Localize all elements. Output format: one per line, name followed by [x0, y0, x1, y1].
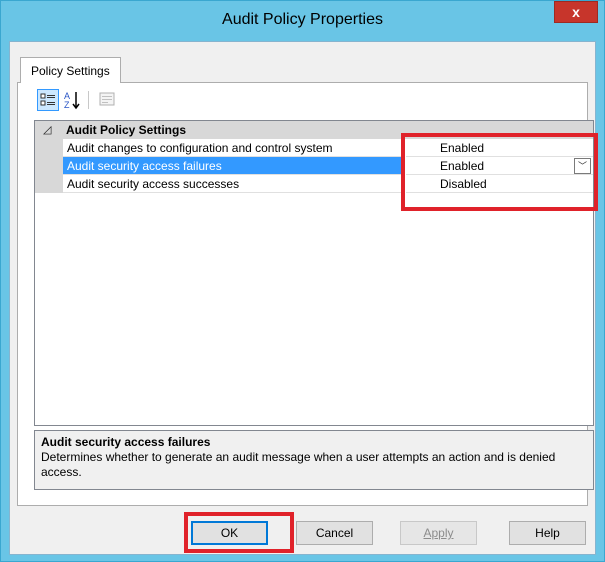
property-name[interactable]: Audit security access successes — [63, 175, 405, 193]
tab-policy-settings[interactable]: Policy Settings — [20, 57, 121, 83]
row-gutter — [35, 139, 63, 157]
toolbar-separator — [88, 91, 89, 109]
collapse-arrow-icon[interactable]: ◿ — [43, 123, 51, 136]
property-value: Enabled — [440, 159, 485, 173]
alphabetical-sort-icon: A Z — [64, 91, 80, 110]
description-title: Audit security access failures — [41, 435, 211, 449]
property-pages-icon — [99, 92, 115, 106]
chevron-down-icon[interactable]: ﹀ — [574, 158, 591, 174]
alphabetical-sort-button[interactable]: A Z — [61, 89, 83, 111]
property-row-config-control[interactable]: Audit changes to configuration and contr… — [63, 139, 593, 157]
property-value[interactable]: Disabled — [406, 175, 593, 193]
property-row-access-failures[interactable]: Audit security access failures Enabled ﹀ — [63, 157, 593, 175]
property-pages-button[interactable] — [97, 89, 119, 111]
property-name[interactable]: Audit security access failures — [63, 157, 405, 175]
svg-text:Z: Z — [64, 100, 70, 110]
property-value-select[interactable]: Enabled ﹀ — [406, 157, 593, 175]
cancel-button[interactable]: Cancel — [296, 521, 373, 545]
apply-button[interactable]: Apply — [400, 521, 477, 545]
categorized-view-icon — [40, 93, 55, 106]
category-row[interactable]: ◿ Audit Policy Settings — [35, 121, 593, 139]
property-row-access-successes[interactable]: Audit security access successes Disabled — [63, 175, 593, 193]
row-gutter — [35, 157, 63, 175]
ok-button[interactable]: OK — [191, 521, 268, 545]
row-gutter — [35, 175, 63, 193]
help-button[interactable]: Help — [509, 521, 586, 545]
close-button[interactable]: x — [554, 1, 598, 23]
property-grid: ◿ Audit Policy Settings Audit changes to… — [34, 120, 594, 426]
description-panel: Audit security access failures Determine… — [34, 430, 594, 490]
categorized-view-button[interactable] — [37, 89, 59, 111]
title-bar[interactable]: Audit Policy Properties x — [1, 1, 604, 39]
window-title: Audit Policy Properties — [222, 11, 383, 28]
apply-label: Apply — [423, 526, 454, 540]
description-text: Determines whether to generate an audit … — [41, 450, 556, 479]
property-value[interactable]: Enabled — [406, 139, 593, 157]
category-label: Audit Policy Settings — [66, 123, 187, 137]
property-name[interactable]: Audit changes to configuration and contr… — [63, 139, 405, 157]
